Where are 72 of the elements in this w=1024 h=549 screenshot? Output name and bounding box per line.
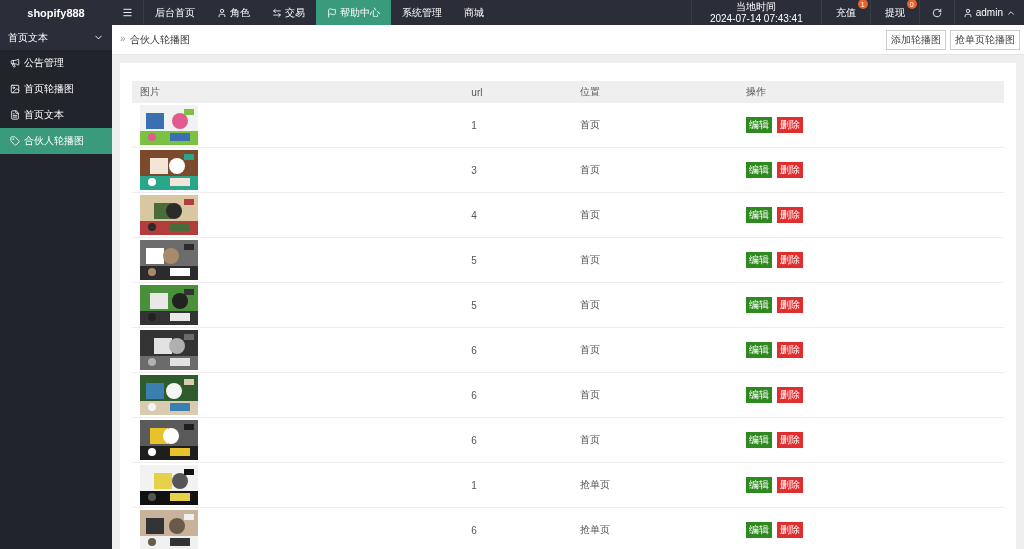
user-menu[interactable]: admin bbox=[954, 0, 1024, 25]
sidebar-item[interactable]: 公告管理 bbox=[0, 50, 112, 76]
edit-button[interactable]: 编辑 bbox=[746, 162, 773, 178]
table-cell: 4 bbox=[463, 192, 573, 238]
user-icon bbox=[962, 7, 973, 18]
column-header: 图片 bbox=[132, 81, 464, 103]
edit-button[interactable]: 编辑 bbox=[746, 117, 773, 133]
delete-button[interactable]: 删除 bbox=[777, 117, 804, 133]
document-icon bbox=[10, 110, 20, 120]
delete-button[interactable]: 删除 bbox=[777, 432, 804, 448]
delete-button[interactable]: 删除 bbox=[777, 387, 804, 403]
delete-button[interactable]: 删除 bbox=[777, 342, 804, 358]
column-header: 操作 bbox=[738, 81, 1004, 103]
edit-button[interactable]: 编辑 bbox=[746, 252, 773, 268]
topbar-link[interactable]: 充值 bbox=[835, 5, 856, 20]
table-cell: 首页 bbox=[572, 192, 739, 238]
table-cell: 1 bbox=[463, 462, 573, 508]
image-icon bbox=[10, 84, 20, 94]
topbar-link[interactable]: 提现 bbox=[884, 5, 905, 20]
edit-button[interactable]: 编辑 bbox=[746, 477, 773, 493]
table-cell: 首页 bbox=[572, 327, 739, 373]
clock-label: 当地时间 bbox=[736, 0, 777, 13]
nav-tab[interactable]: 商城 bbox=[453, 0, 495, 25]
table-cell: 6 bbox=[463, 507, 573, 549]
megaphone-icon bbox=[10, 58, 20, 68]
delete-button[interactable]: 删除 bbox=[777, 477, 804, 493]
nav-tab[interactable]: 角色 bbox=[206, 0, 261, 25]
flag-icon bbox=[327, 7, 337, 18]
column-header: 位置 bbox=[572, 81, 739, 103]
breadcrumb: » 合伙人轮播图 bbox=[120, 32, 190, 47]
table-cell: 首页 bbox=[572, 282, 739, 328]
table-cell: 1 bbox=[463, 103, 573, 148]
table-cell: 首页 bbox=[572, 237, 739, 283]
table-cell: 6 bbox=[463, 417, 573, 463]
table-cell: 5 bbox=[463, 237, 573, 283]
nav-tab[interactable]: 交易 bbox=[261, 0, 316, 25]
user-icon bbox=[217, 7, 227, 18]
sidebar-item[interactable]: 合伙人轮播图 bbox=[0, 128, 112, 154]
nav-tab[interactable]: 帮助中心 bbox=[316, 0, 391, 25]
edit-button[interactable]: 编辑 bbox=[746, 297, 773, 313]
edit-button[interactable]: 编辑 bbox=[746, 342, 773, 358]
arrows-icon bbox=[272, 7, 282, 18]
sidebar-item[interactable]: 首页文本 bbox=[0, 102, 112, 128]
delete-button[interactable]: 删除 bbox=[777, 207, 804, 223]
table-cell: 首页 bbox=[572, 103, 739, 148]
delete-button[interactable]: 删除 bbox=[777, 297, 804, 313]
delete-button[interactable]: 删除 bbox=[777, 252, 804, 268]
sidebar-item[interactable]: 首页轮播图 bbox=[0, 76, 112, 102]
edit-button[interactable]: 编辑 bbox=[746, 207, 773, 223]
tag-icon bbox=[10, 136, 20, 146]
edit-button[interactable]: 编辑 bbox=[746, 387, 773, 403]
table-cell: 3 bbox=[463, 147, 573, 193]
delete-button[interactable]: 删除 bbox=[777, 162, 804, 178]
edit-button[interactable]: 编辑 bbox=[746, 522, 773, 538]
toolbar-button[interactable]: 添加轮播图 bbox=[886, 29, 946, 50]
table-cell: 首页 bbox=[572, 372, 739, 418]
nav-tab[interactable]: 系统管理 bbox=[391, 0, 453, 25]
table-cell: 抢单页 bbox=[572, 462, 739, 508]
nav-tab[interactable]: 后台首页 bbox=[144, 0, 206, 25]
table-cell: 5 bbox=[463, 282, 573, 328]
toolbar-button[interactable]: 抢单页轮播图 bbox=[950, 29, 1020, 50]
sidebar-group[interactable]: 首页文本 bbox=[0, 25, 112, 50]
delete-button[interactable]: 删除 bbox=[777, 522, 804, 538]
clock-time: 2024-07-14 07:43:41 bbox=[709, 12, 803, 25]
table-cell: 抢单页 bbox=[572, 507, 739, 549]
table-cell: 6 bbox=[463, 327, 573, 373]
table-cell: 6 bbox=[463, 372, 573, 418]
table-cell: 首页 bbox=[572, 417, 739, 463]
column-header: url bbox=[463, 81, 573, 103]
brand-name: shopify888 bbox=[0, 0, 112, 25]
table-cell: 首页 bbox=[572, 147, 739, 193]
edit-button[interactable]: 编辑 bbox=[746, 432, 773, 448]
